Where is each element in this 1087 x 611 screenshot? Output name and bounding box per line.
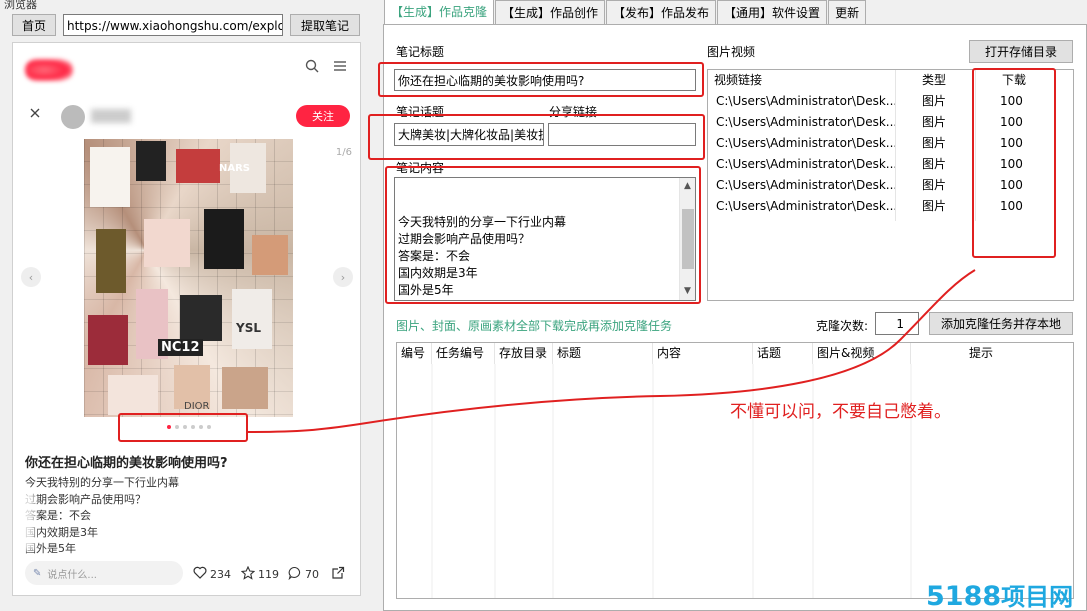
annotation-arrow bbox=[247, 269, 976, 433]
watermark-text: 项目网 bbox=[1001, 583, 1074, 611]
watermark-logo: 5188项目网 bbox=[926, 577, 1073, 611]
annotation-text: 不懂可以问，不要自己憋着。 bbox=[730, 402, 951, 422]
watermark-number: 5188 bbox=[926, 581, 1002, 611]
